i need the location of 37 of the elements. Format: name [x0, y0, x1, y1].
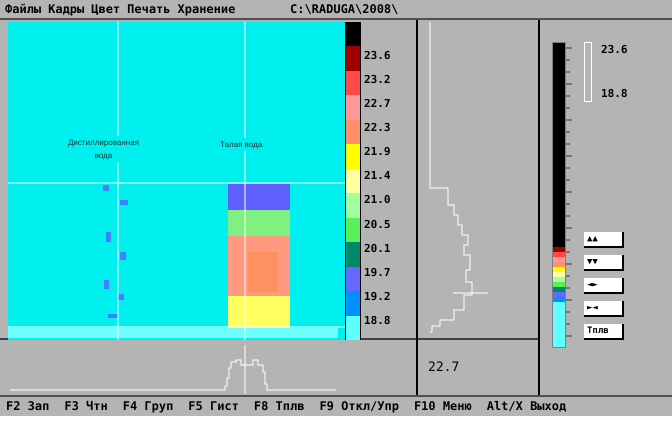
legend-label: 21.0	[364, 193, 392, 208]
range-indicator	[584, 42, 592, 102]
scale-button[interactable]: ◄►	[584, 278, 624, 294]
legend-label: 22.7	[364, 97, 392, 112]
legend-label: 23.2	[364, 73, 392, 88]
menu-item[interactable]: Печать	[127, 0, 171, 18]
temperature-value: 22.7	[428, 360, 460, 375]
scale-button[interactable]: ►◄	[584, 301, 624, 317]
function-key[interactable]: F5 Гист	[188, 396, 239, 414]
path-label: C:\RADUGA\2008\	[290, 1, 398, 18]
menu-item[interactable]: Цвет	[91, 0, 120, 18]
image-label: Дистиллированная вода	[68, 136, 139, 162]
range-min: 18.8	[601, 86, 628, 102]
legend-label: 21.9	[364, 145, 392, 160]
legend-label: 23.6	[364, 49, 392, 64]
legend-label: 20.1	[364, 242, 392, 257]
legend-label: 20.5	[364, 218, 392, 233]
menu-item[interactable]: Файлы	[5, 0, 42, 18]
function-key[interactable]: Alt/X Выход	[486, 396, 566, 414]
scale-button[interactable]: ▼▼	[584, 255, 624, 271]
legend-label: 22.3	[364, 121, 392, 136]
range-max: 23.6	[601, 42, 628, 58]
menu-item[interactable]: Хранение	[178, 0, 236, 18]
function-key[interactable]: F10 Меню	[414, 396, 472, 414]
function-key[interactable]: F2 Зап	[6, 396, 50, 414]
function-key[interactable]: F9 Откл/Упр	[319, 396, 399, 414]
legend-label: 19.7	[364, 266, 392, 281]
function-key[interactable]: F3 Чтн	[64, 396, 108, 414]
legend-label: 18.8	[364, 314, 392, 329]
function-key[interactable]: F4 Груп	[122, 396, 174, 414]
legend-label: 21.4	[364, 169, 392, 184]
scale-button[interactable]: Тплв	[584, 324, 624, 340]
menu-item[interactable]: Кадры	[48, 0, 84, 18]
function-key[interactable]: F8 Тплв	[254, 396, 304, 414]
scale-button[interactable]: ▲▲	[584, 232, 624, 248]
legend-label: 19.2	[364, 290, 392, 305]
image-label: Талая вода	[220, 138, 262, 151]
